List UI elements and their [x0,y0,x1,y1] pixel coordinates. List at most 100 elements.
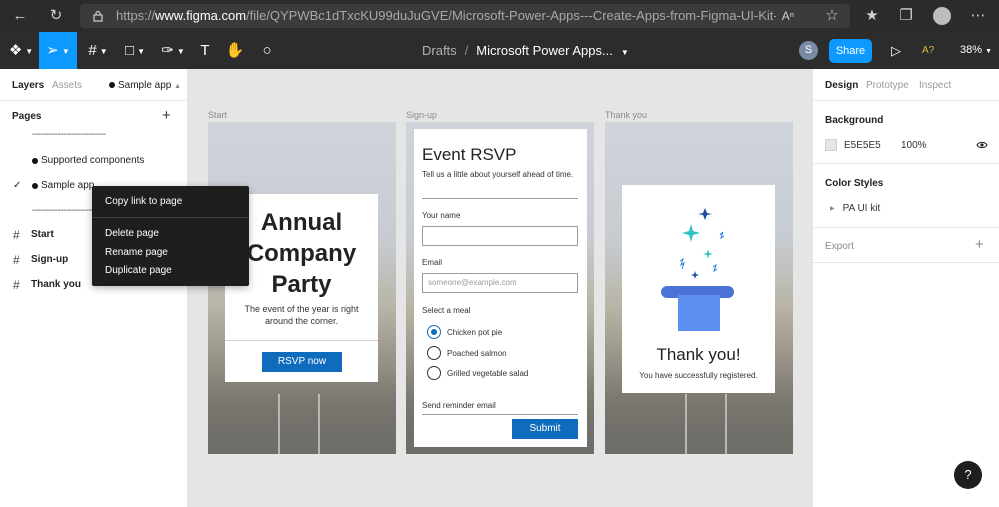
zoom-level[interactable]: 38% ▼ [960,32,992,69]
page-dot-icon [32,158,38,164]
thank-you-subtitle: You have successfully registered. [639,371,758,380]
breadcrumb-drafts[interactable]: Drafts [422,43,457,58]
event-subtitle: The event of the year is right around th… [244,304,359,326]
page-item-supported-components[interactable]: Supported components [0,151,188,171]
zoom-value: 38% [960,44,983,56]
breadcrumb-separator: / [464,43,469,58]
page-dot-icon [109,82,115,89]
back-arrow-icon[interactable]: ← [10,6,30,26]
pen-tool-icon[interactable]: ✑ ▼ [156,32,190,69]
road-marking [725,394,727,454]
shape-tool-icon[interactable]: □ ▼ [118,32,152,69]
radio-chicken[interactable] [427,325,441,339]
frame-label-sign-up[interactable]: Sign-up [406,110,437,120]
email-field[interactable]: someone@example.com [422,273,578,293]
read-aloud-icon[interactable]: Aⁿ [778,6,798,26]
rsvp-button[interactable]: RSVP now [262,352,342,372]
layer-label: Thank you [31,279,82,290]
eye-icon[interactable] [976,139,988,151]
name-field[interactable] [422,226,578,246]
help-button[interactable]: ? [954,461,982,489]
url-host: www.figma.com [155,8,247,23]
background-hex-input[interactable]: E5E5E5 [844,140,881,151]
frame-sign-up[interactable]: Event RSVP Tell us a little about yourse… [406,122,594,454]
menu-divider [92,217,249,218]
tab-inspect[interactable]: Inspect [919,80,951,91]
tab-prototype[interactable]: Prototype [866,80,909,91]
menu-item-duplicate-page[interactable]: Duplicate page [105,265,172,276]
move-tool-icon[interactable]: ➢ ▼ [39,32,77,69]
road-marking [318,394,320,454]
user-avatar[interactable]: S [799,41,818,60]
tab-design[interactable]: Design [825,80,858,91]
pages-header: Pages [12,111,42,122]
background-title: Background [825,115,884,126]
favorites-icon[interactable]: ★ [862,6,882,26]
frame-label-thank-you[interactable]: Thank you [605,110,647,120]
profile-avatar[interactable] [933,7,951,25]
menu-item-rename-page[interactable]: Rename page [105,247,168,258]
accessibility-check[interactable]: A? [922,32,934,69]
lock-icon [93,10,103,22]
present-play-icon[interactable]: ▷ [887,32,905,69]
text-tool-icon[interactable]: T [194,32,216,69]
zoom-chevron-icon: ▼ [985,48,993,55]
more-menu-icon[interactable]: ⋯ [968,6,988,26]
divider [813,262,999,263]
tab-layers[interactable]: Layers [12,80,44,91]
page-item-divider[interactable]: -------------------------- [0,125,188,145]
refresh-icon[interactable]: ↻ [46,6,66,26]
page-selector[interactable]: Sample app ▲ [109,80,181,91]
url-prefix: https:// [116,8,156,23]
add-export-icon[interactable]: + [975,236,984,253]
caret-right-icon: ▶ [830,205,835,212]
chevron-down-icon[interactable]: ▼ [621,48,629,57]
magic-hat-illustration [661,208,734,331]
menu-item-delete-page[interactable]: Delete page [105,228,159,239]
chevron-up-icon: ▲ [174,83,182,90]
submit-button[interactable]: Submit [512,419,578,439]
color-style-pa-ui-kit[interactable]: ▶ PA UI kit [830,203,880,214]
browser-bar: ← ↻ https://www.figma.com/file/QYPWBc1dT… [0,0,999,32]
file-name[interactable]: Microsoft Power Apps... [476,43,613,58]
road-marking [685,394,687,454]
frame-tool-icon[interactable]: # ▼ [80,32,116,69]
page-label: -------------------------- [32,129,106,140]
figma-toolbar: ❖ ▼ ➢ ▼ # ▼ □ ▼ ✑ ▼ T ✋ ○ Drafts / Microsoft Po… [0,32,999,69]
reminder-label: Send reminder email [422,401,496,410]
divider [422,198,578,199]
share-button[interactable]: Share [829,39,872,63]
left-panel: Layers Assets Sample app ▲ Pages + -----… [0,69,188,507]
thank-you-title: Thank you! [656,345,741,364]
form-title: Event RSVP [422,145,517,164]
tab-assets[interactable]: Assets [52,80,82,91]
radio-salmon[interactable] [427,346,441,360]
color-styles-title: Color Styles [825,178,884,189]
background-opacity-input[interactable]: 100% [901,140,927,151]
frame-start[interactable]: Annual Company Party The event of the ye… [208,122,396,454]
frame-icon: # [13,228,20,242]
color-style-label: PA UI kit [842,203,881,214]
frame-thank-you[interactable]: Thank you! You have successfully registe… [605,122,793,454]
meal-label: Select a meal [422,306,471,315]
radio-vegetable[interactable] [427,366,441,380]
canvas[interactable]: Start Sign-up Thank you Annual Company P… [188,69,813,507]
page-context-menu: Copy link to page Delete page Rename pag… [92,186,249,286]
comment-tool-icon[interactable]: ○ [254,32,280,69]
collections-icon[interactable]: ❐ [896,6,916,26]
breadcrumb: Drafts / Microsoft Power Apps... ▼ [422,32,629,69]
frame-label-start[interactable]: Start [208,110,227,120]
background-color-swatch[interactable] [825,139,837,151]
add-favorite-icon[interactable]: ☆ [822,6,842,26]
address-bar[interactable]: https://www.figma.com/file/QYPWBc1dTxcKU… [80,4,850,28]
hand-tool-icon[interactable]: ✋ [222,32,248,69]
add-page-icon[interactable]: + [162,107,171,124]
menu-item-copy-link[interactable]: Copy link to page [105,196,182,207]
check-icon: ✓ [13,180,22,191]
divider [813,227,999,228]
name-label: Your name [422,211,461,220]
thank-you-card: Thank you! You have successfully registe… [622,185,775,393]
main-menu-icon[interactable]: ❖ ▼ [4,32,38,69]
divider [813,163,999,164]
right-panel: Design Prototype Inspect Background E5E5… [813,69,999,507]
